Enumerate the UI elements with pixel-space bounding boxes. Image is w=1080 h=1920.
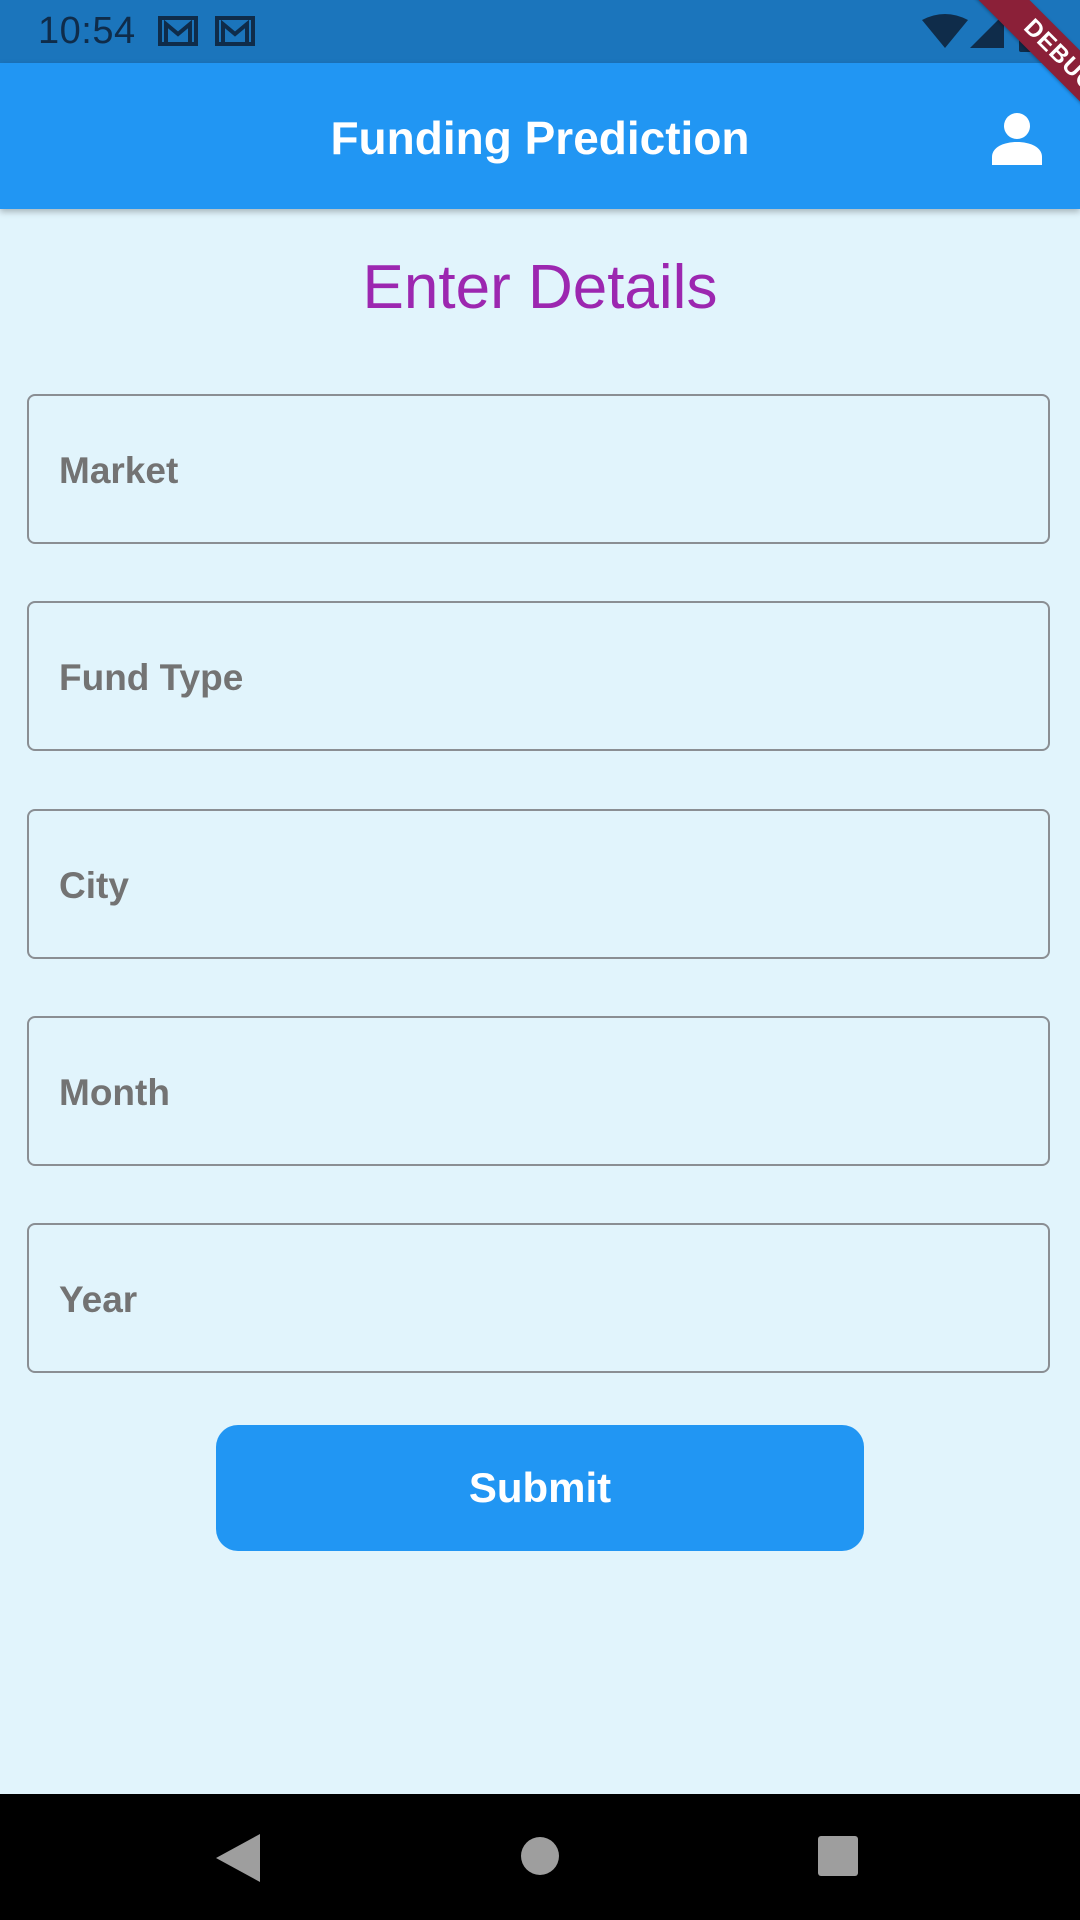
city-field[interactable]: City — [27, 809, 1050, 959]
page-heading: Enter Details — [362, 253, 718, 322]
field-label: Fund Type — [59, 657, 244, 698]
app-title: Funding Prediction — [330, 112, 750, 164]
field-label: City — [59, 865, 129, 906]
home-icon[interactable] — [521, 1837, 559, 1875]
person-icon[interactable] — [990, 111, 1044, 165]
mail-icon — [158, 16, 198, 46]
nav-bar — [0, 1794, 1080, 1920]
year-field[interactable]: Year — [27, 1223, 1050, 1373]
back-icon[interactable] — [216, 1834, 260, 1882]
mail-icon — [215, 16, 255, 46]
month-field[interactable]: Month — [27, 1016, 1050, 1166]
fund-type-field[interactable]: Fund Type — [27, 601, 1050, 751]
status-bar: 10:54 — [0, 0, 1080, 63]
app-bar: Funding Prediction — [0, 63, 1080, 209]
recents-icon[interactable] — [818, 1836, 858, 1876]
wifi-icon — [922, 14, 968, 48]
market-field[interactable]: Market — [27, 394, 1050, 544]
field-label: Market — [59, 450, 179, 491]
field-label: Year — [59, 1279, 138, 1320]
status-time: 10:54 — [38, 10, 136, 52]
field-label: Month — [59, 1072, 170, 1113]
submit-button[interactable]: Submit — [216, 1425, 864, 1551]
